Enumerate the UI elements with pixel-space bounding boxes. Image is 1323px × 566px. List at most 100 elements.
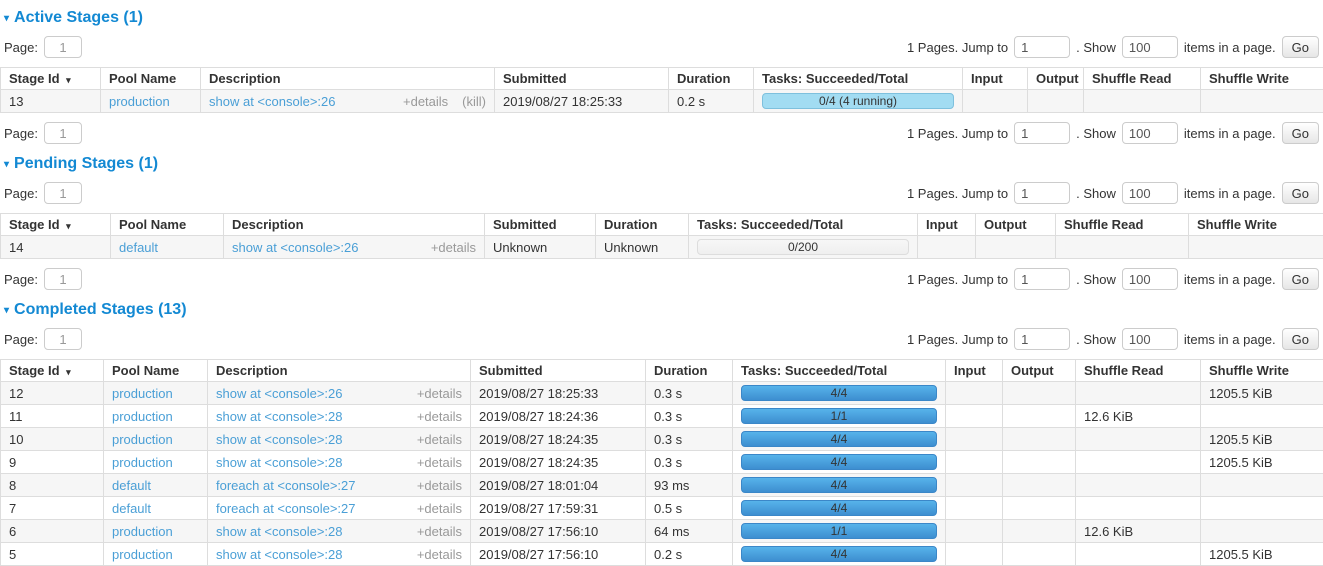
pool-name-link[interactable]: production xyxy=(112,409,173,424)
details-link[interactable]: +details xyxy=(417,524,462,539)
column-header-shuffle-read[interactable]: Shuffle Read xyxy=(1084,68,1201,90)
page-number-input[interactable] xyxy=(44,328,82,350)
shuffle-read-cell xyxy=(1076,474,1201,497)
stage-row: 14defaultshow at <console>:26+detailsUnk… xyxy=(1,236,1323,259)
stage-row: 13productionshow at <console>:26+details… xyxy=(1,90,1323,113)
column-header-shuffle-write[interactable]: Shuffle Write xyxy=(1189,214,1323,236)
details-link[interactable]: +details xyxy=(417,455,462,470)
column-header-shuffle-read[interactable]: Shuffle Read xyxy=(1056,214,1189,236)
pool-name-link[interactable]: default xyxy=(119,240,158,255)
pool-name-link[interactable]: default xyxy=(112,478,151,493)
items-per-page-input[interactable] xyxy=(1122,36,1178,58)
column-header-input[interactable]: Input xyxy=(946,360,1003,382)
items-per-page-input[interactable] xyxy=(1122,122,1178,144)
details-link[interactable]: +details xyxy=(431,240,476,255)
shuffle-write-cell xyxy=(1189,236,1323,259)
description-link[interactable]: show at <console>:28 xyxy=(216,455,342,470)
go-button[interactable]: Go xyxy=(1282,122,1319,144)
pending-stages-table: Stage Id ▾Pool NameDescriptionSubmittedD… xyxy=(0,213,1323,259)
go-button[interactable]: Go xyxy=(1282,182,1319,204)
column-header-description[interactable]: Description xyxy=(208,360,471,382)
column-header-duration[interactable]: Duration xyxy=(596,214,689,236)
jump-to-page-input[interactable] xyxy=(1014,36,1070,58)
column-header-stage-id[interactable]: Stage Id ▾ xyxy=(1,68,101,90)
completed-stages-title: Completed Stages (13) xyxy=(14,301,186,319)
description-link[interactable]: foreach at <console>:27 xyxy=(216,478,356,493)
description-cell: show at <console>:28 +details xyxy=(208,405,471,428)
column-header-duration[interactable]: Duration xyxy=(646,360,733,382)
column-header-tasks-succeeded-total[interactable]: Tasks: Succeeded/Total xyxy=(733,360,946,382)
page-number-input[interactable] xyxy=(44,182,82,204)
details-link[interactable]: +details xyxy=(417,501,462,516)
jump-to-page-input[interactable] xyxy=(1014,268,1070,290)
shuffle-write-cell xyxy=(1201,497,1323,520)
page-number-input[interactable] xyxy=(44,122,82,144)
completed-stages-heading[interactable]: ▾ Completed Stages (13) xyxy=(4,301,1323,319)
column-header-submitted[interactable]: Submitted xyxy=(485,214,596,236)
jump-to-page-input[interactable] xyxy=(1014,182,1070,204)
pool-name-link[interactable]: production xyxy=(109,94,170,109)
pool-name-link[interactable]: production xyxy=(112,386,173,401)
pool-name-link[interactable]: production xyxy=(112,524,173,539)
details-link[interactable]: +details xyxy=(417,547,462,562)
jump-to-page-input[interactable] xyxy=(1014,328,1070,350)
column-header-pool-name[interactable]: Pool Name xyxy=(101,68,201,90)
go-button[interactable]: Go xyxy=(1282,268,1319,290)
items-per-page-input[interactable] xyxy=(1122,328,1178,350)
go-button[interactable]: Go xyxy=(1282,36,1319,58)
description-link[interactable]: show at <console>:28 xyxy=(216,432,342,447)
pool-name-link[interactable]: default xyxy=(112,501,151,516)
column-header-description[interactable]: Description xyxy=(224,214,485,236)
column-header-submitted[interactable]: Submitted xyxy=(471,360,646,382)
column-header-output[interactable]: Output xyxy=(1003,360,1076,382)
description-link[interactable]: show at <console>:26 xyxy=(209,94,335,109)
shuffle-write-cell xyxy=(1201,405,1323,428)
jump-to-page-input[interactable] xyxy=(1014,122,1070,144)
stage-id-cell: 14 xyxy=(1,236,111,259)
column-header-shuffle-write[interactable]: Shuffle Write xyxy=(1201,360,1323,382)
input-cell xyxy=(946,451,1003,474)
column-header-duration[interactable]: Duration xyxy=(669,68,754,90)
pending-stages-heading[interactable]: ▾ Pending Stages (1) xyxy=(4,155,1323,173)
column-header-stage-id[interactable]: Stage Id ▾ xyxy=(1,214,111,236)
details-link[interactable]: +details xyxy=(417,478,462,493)
column-header-input[interactable]: Input xyxy=(963,68,1028,90)
submitted-cell: 2019/08/27 18:25:33 xyxy=(495,90,669,113)
description-link[interactable]: show at <console>:26 xyxy=(232,240,358,255)
details-link[interactable]: +details xyxy=(417,386,462,401)
column-header-shuffle-write[interactable]: Shuffle Write xyxy=(1201,68,1323,90)
column-header-output[interactable]: Output xyxy=(1028,68,1084,90)
page-number-input[interactable] xyxy=(44,36,82,58)
column-header-pool-name[interactable]: Pool Name xyxy=(111,214,224,236)
description-link[interactable]: show at <console>:26 xyxy=(216,386,342,401)
column-header-pool-name[interactable]: Pool Name xyxy=(104,360,208,382)
description-link[interactable]: show at <console>:28 xyxy=(216,547,342,562)
pool-name-link[interactable]: production xyxy=(112,432,173,447)
active-stages-heading[interactable]: ▾ Active Stages (1) xyxy=(4,9,1323,27)
description-link[interactable]: foreach at <console>:27 xyxy=(216,501,356,516)
details-link[interactable]: +details xyxy=(417,432,462,447)
column-header-tasks-succeeded-total[interactable]: Tasks: Succeeded/Total xyxy=(689,214,918,236)
column-header-stage-id[interactable]: Stage Id ▾ xyxy=(1,360,104,382)
kill-link[interactable]: (kill) xyxy=(462,94,486,109)
stage-row: 5productionshow at <console>:28+details2… xyxy=(1,543,1323,566)
column-header-tasks-succeeded-total[interactable]: Tasks: Succeeded/Total xyxy=(754,68,963,90)
column-header-output[interactable]: Output xyxy=(976,214,1056,236)
items-per-page-input[interactable] xyxy=(1122,182,1178,204)
details-link[interactable]: +details xyxy=(403,94,448,109)
column-header-input[interactable]: Input xyxy=(918,214,976,236)
description-link[interactable]: show at <console>:28 xyxy=(216,409,342,424)
description-link[interactable]: show at <console>:28 xyxy=(216,524,342,539)
shuffle-read-cell: 12.6 KiB xyxy=(1076,405,1201,428)
items-per-page-input[interactable] xyxy=(1122,268,1178,290)
pool-name-link[interactable]: production xyxy=(112,547,173,562)
column-header-submitted[interactable]: Submitted xyxy=(495,68,669,90)
duration-cell: 0.3 s xyxy=(646,405,733,428)
pool-name-link[interactable]: production xyxy=(112,455,173,470)
column-header-shuffle-read[interactable]: Shuffle Read xyxy=(1076,360,1201,382)
go-button[interactable]: Go xyxy=(1282,328,1319,350)
stage-id-cell: 7 xyxy=(1,497,104,520)
page-number-input[interactable] xyxy=(44,268,82,290)
column-header-description[interactable]: Description xyxy=(201,68,495,90)
details-link[interactable]: +details xyxy=(417,409,462,424)
